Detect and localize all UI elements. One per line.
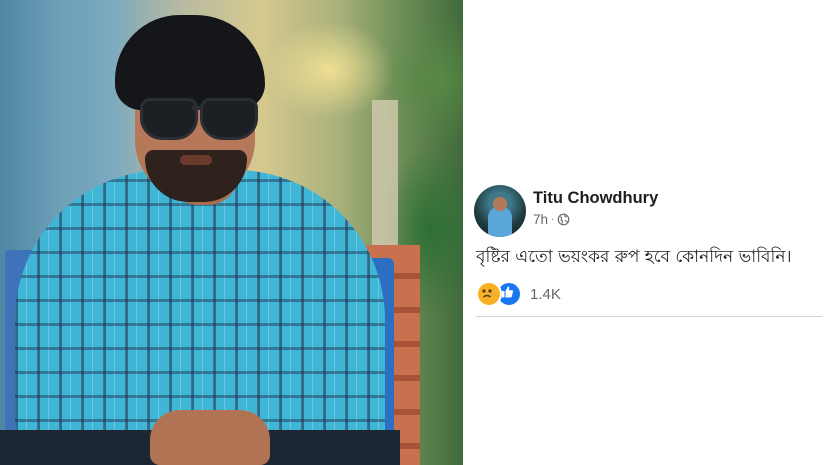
hair bbox=[115, 15, 265, 110]
sunglasses-left-lens bbox=[140, 98, 198, 140]
post-divider bbox=[476, 316, 822, 317]
post-text: বৃষ্টির এতো ভয়ংকর রুপ হবে কোনদিন ভাবিনি… bbox=[476, 247, 792, 267]
reaction-count: 1.4K bbox=[530, 285, 561, 303]
post-photo[interactable] bbox=[0, 0, 463, 465]
post-meta: 7h · bbox=[533, 212, 570, 227]
mouth bbox=[180, 155, 212, 165]
avatar-figure-head bbox=[493, 197, 507, 211]
sad-reaction-icon bbox=[476, 281, 502, 307]
sunglasses-right-lens bbox=[200, 98, 258, 140]
globe-icon[interactable] bbox=[557, 213, 570, 226]
avatar-figure-body bbox=[488, 207, 512, 237]
clasped-hands bbox=[150, 410, 270, 465]
reaction-summary[interactable]: 1.4K bbox=[476, 281, 561, 307]
meta-separator: · bbox=[551, 214, 555, 225]
author-avatar[interactable] bbox=[474, 185, 526, 237]
post-time[interactable]: 7h bbox=[533, 212, 548, 227]
author-name[interactable]: Titu Chowdhury bbox=[533, 189, 658, 208]
facebook-post: Titu Chowdhury 7h · বৃষ্টির এতো ভয়ংকর র… bbox=[463, 0, 825, 465]
